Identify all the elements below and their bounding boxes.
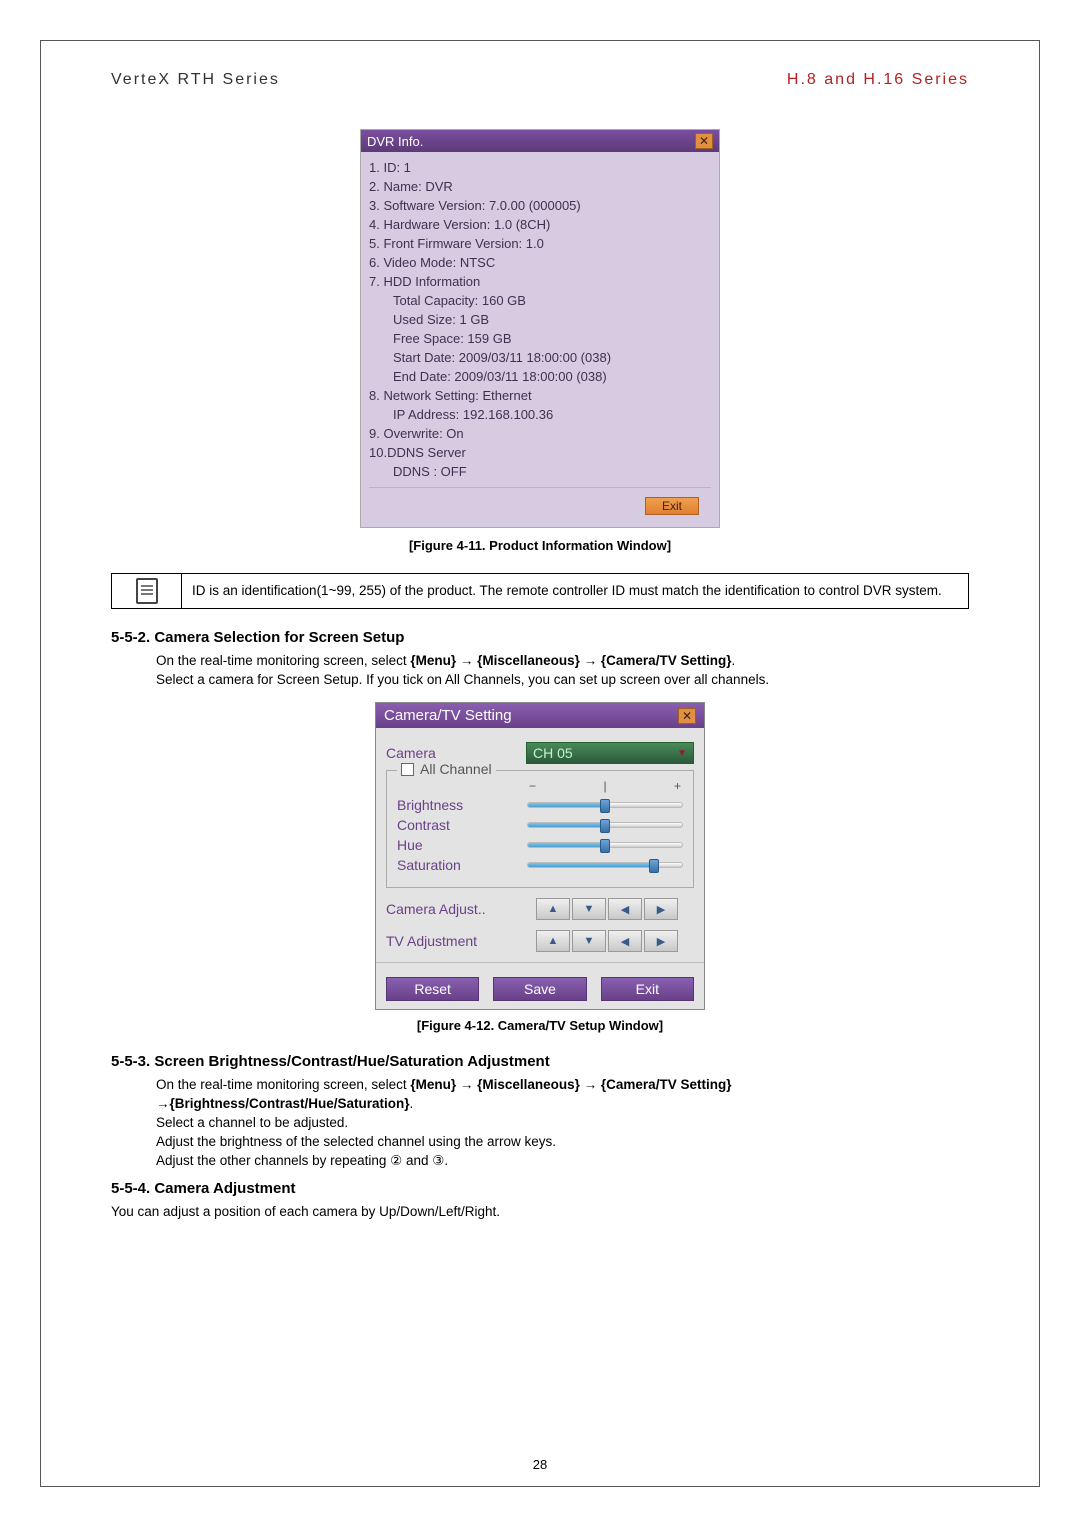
dvr-row-sw: 3. Software Version: 7.0.00 (000005) <box>369 196 711 215</box>
saturation-label: Saturation <box>397 857 527 873</box>
header-left: VerteX RTH Series <box>111 71 280 89</box>
all-channel-group: All Channel − | + Brightness Contrast <box>386 770 694 888</box>
page-number: 28 <box>41 1457 1039 1472</box>
dvr-row-name: 2. Name: DVR <box>369 177 711 196</box>
section-5-5-3-l5: Adjust the other channels by repeating ②… <box>156 1152 969 1171</box>
camera-select[interactable]: CH 05 ▼ <box>526 742 694 764</box>
camera-tv-title: Camera/TV Setting <box>384 707 512 724</box>
document-icon <box>136 578 158 604</box>
camera-adjust-up[interactable]: ▲ <box>536 898 570 920</box>
section-5-5-4-heading: 5-5-4. Camera Adjustment <box>111 1180 969 1197</box>
hue-slider[interactable] <box>527 842 683 848</box>
reset-button[interactable]: Reset <box>386 977 479 1001</box>
tv-adjust-left[interactable]: ◀ <box>608 930 642 952</box>
section-5-5-2-p2: Select a camera for Screen Setup. If you… <box>156 671 969 690</box>
dvr-hdd-free: Free Space: 159 GB <box>369 329 711 348</box>
t: On the real-time monitoring screen, sele… <box>156 1077 410 1092</box>
menu-path: →{Brightness/Contrast/Hue/Saturation} <box>156 1096 410 1111</box>
all-channel-checkbox[interactable] <box>401 763 414 776</box>
close-icon[interactable]: ✕ <box>695 133 713 149</box>
separator <box>369 487 711 497</box>
menu-path: {Menu} → {Miscellaneous} → {Camera/TV Se… <box>410 653 731 668</box>
t: . <box>731 653 735 668</box>
separator <box>376 962 704 963</box>
dvr-row-overwrite: 9. Overwrite: On <box>369 424 711 443</box>
save-button[interactable]: Save <box>493 977 586 1001</box>
dvr-info-body: 1. ID: 1 2. Name: DVR 3. Software Versio… <box>361 152 719 527</box>
saturation-slider[interactable] <box>527 862 683 868</box>
tv-adjust-right[interactable]: ▶ <box>644 930 678 952</box>
figure-4-12-caption: [Figure 4-12. Camera/TV Setup Window] <box>111 1018 969 1033</box>
camera-select-value: CH 05 <box>533 745 573 761</box>
dvr-hdd-used: Used Size: 1 GB <box>369 310 711 329</box>
t: On the real-time monitoring screen, sele… <box>156 653 410 668</box>
camera-adjust-right[interactable]: ▶ <box>644 898 678 920</box>
brightness-label: Brightness <box>397 797 527 813</box>
dvr-row-hdd: 7. HDD Information <box>369 272 711 291</box>
dvr-hdd-end: End Date: 2009/03/11 18:00:00 (038) <box>369 367 711 386</box>
tv-adjust-down[interactable]: ▼ <box>572 930 606 952</box>
section-5-5-3-l2: →{Brightness/Contrast/Hue/Saturation}. <box>156 1095 969 1114</box>
section-5-5-2-p1: On the real-time monitoring screen, sele… <box>156 652 969 671</box>
page-frame: VerteX RTH Series H.8 and H.16 Series DV… <box>40 40 1040 1487</box>
dvr-row-hw: 4. Hardware Version: 1.0 (8CH) <box>369 215 711 234</box>
section-5-5-3-l3: Select a channel to be adjusted. <box>156 1114 969 1133</box>
note-icon-cell <box>112 574 182 608</box>
note-text: ID is an identification(1~99, 255) of th… <box>182 574 968 608</box>
section-5-5-4-p: You can adjust a position of each camera… <box>111 1203 969 1222</box>
brightness-slider[interactable] <box>527 802 683 808</box>
camera-adjust-left[interactable]: ◀ <box>608 898 642 920</box>
dvr-row-id: 1. ID: 1 <box>369 158 711 177</box>
dvr-info-titlebar: DVR Info. ✕ <box>361 130 719 152</box>
tv-adjust-label: TV Adjustment <box>386 933 536 949</box>
section-5-5-2-heading: 5-5-2. Camera Selection for Screen Setup <box>111 629 969 646</box>
section-5-5-3-l4: Adjust the brightness of the selected ch… <box>156 1133 969 1152</box>
dvr-info-window: DVR Info. ✕ 1. ID: 1 2. Name: DVR 3. Sof… <box>360 129 720 528</box>
section-5-5-3-heading: 5-5-3. Screen Brightness/Contrast/Hue/Sa… <box>111 1053 969 1070</box>
chevron-down-icon: ▼ <box>677 748 687 759</box>
dvr-row-ddns: 10.DDNS Server <box>369 443 711 462</box>
dvr-hdd-total: Total Capacity: 160 GB <box>369 291 711 310</box>
figure-4-11-caption: [Figure 4-11. Product Information Window… <box>111 538 969 553</box>
dvr-net-ip: IP Address: 192.168.100.36 <box>369 405 711 424</box>
scale-mid: | <box>603 779 606 793</box>
camera-tv-window: Camera/TV Setting ✕ Camera CH 05 ▼ All C… <box>375 702 705 1010</box>
contrast-slider[interactable] <box>527 822 683 828</box>
menu-path: {Menu} → {Miscellaneous} → {Camera/TV Se… <box>410 1077 731 1092</box>
contrast-label: Contrast <box>397 817 527 833</box>
dvr-hdd-start: Start Date: 2009/03/11 18:00:00 (038) <box>369 348 711 367</box>
t: . <box>410 1096 414 1111</box>
dvr-row-net: 8. Network Setting: Ethernet <box>369 386 711 405</box>
camera-adjust-label: Camera Adjust.. <box>386 901 536 917</box>
dvr-info-title: DVR Info. <box>367 134 423 149</box>
dvr-ddns-state: DDNS : OFF <box>369 462 711 481</box>
doc-header: VerteX RTH Series H.8 and H.16 Series <box>111 71 969 89</box>
dvr-row-fw: 5. Front Firmware Version: 1.0 <box>369 234 711 253</box>
tv-adjust-up[interactable]: ▲ <box>536 930 570 952</box>
slider-scale: − | + <box>527 779 683 793</box>
scale-plus: + <box>674 779 681 793</box>
scale-minus: − <box>529 779 536 793</box>
camera-label: Camera <box>386 745 526 761</box>
camera-adjust-down[interactable]: ▼ <box>572 898 606 920</box>
close-icon[interactable]: ✕ <box>678 708 696 724</box>
note-box: ID is an identification(1~99, 255) of th… <box>111 573 969 609</box>
dvr-row-video: 6. Video Mode: NTSC <box>369 253 711 272</box>
all-channel-label: All Channel <box>420 761 492 777</box>
hue-label: Hue <box>397 837 527 853</box>
exit-button[interactable]: Exit <box>601 977 694 1001</box>
header-right: H.8 and H.16 Series <box>787 71 969 89</box>
section-5-5-3-l1: On the real-time monitoring screen, sele… <box>156 1076 969 1095</box>
camera-tv-titlebar: Camera/TV Setting ✕ <box>376 703 704 728</box>
exit-button[interactable]: Exit <box>645 497 699 515</box>
